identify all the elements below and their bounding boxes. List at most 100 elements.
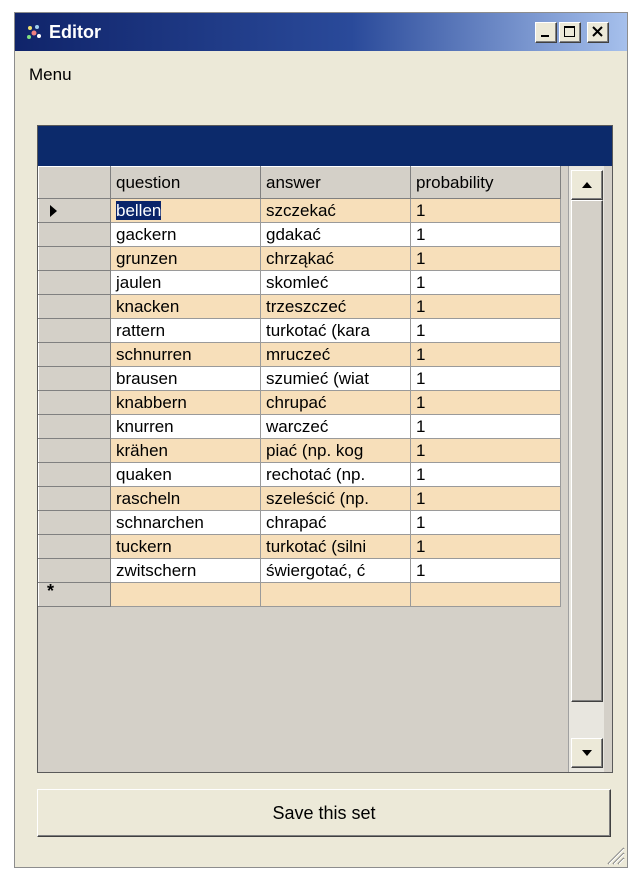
column-header-probability[interactable]: probability (410, 166, 561, 199)
save-set-button[interactable]: Save this set (37, 789, 611, 837)
new-cell-answer[interactable] (260, 582, 411, 607)
column-header-answer[interactable]: answer (260, 166, 411, 199)
row-header[interactable]: * (38, 582, 111, 607)
row-header[interactable] (38, 414, 111, 439)
cell-question[interactable]: knurren (110, 414, 261, 439)
cell-answer[interactable]: warczeć (260, 414, 411, 439)
cell-question[interactable]: krähen (110, 438, 261, 463)
cell-answer[interactable]: chrapać (260, 510, 411, 535)
scroll-down-button[interactable] (571, 738, 603, 768)
corner-header[interactable] (38, 166, 111, 199)
cell-probability[interactable]: 1 (410, 438, 561, 463)
row-header[interactable] (38, 438, 111, 463)
new-row[interactable]: * (38, 582, 561, 607)
cell-probability[interactable]: 1 (410, 534, 561, 559)
new-cell-question[interactable] (110, 582, 261, 607)
cell-probability[interactable]: 1 (410, 222, 561, 247)
cell-answer[interactable]: świergotać, ć (260, 558, 411, 583)
cell-probability[interactable]: 1 (410, 486, 561, 511)
cell-answer[interactable]: chrząkać (260, 246, 411, 271)
row-header[interactable] (38, 270, 111, 295)
scroll-up-button[interactable] (571, 170, 603, 200)
cell-question[interactable]: zwitschern (110, 558, 261, 583)
cell-probability[interactable]: 1 (410, 246, 561, 271)
cell-answer[interactable]: skomleć (260, 270, 411, 295)
row-header[interactable] (38, 486, 111, 511)
new-cell-probability[interactable] (410, 582, 561, 607)
menu-item-menu[interactable]: Menu (29, 65, 72, 85)
row-header[interactable] (38, 510, 111, 535)
data-grid[interactable]: question answer probability bellen szczek… (37, 125, 613, 773)
cell-question[interactable]: schnurren (110, 342, 261, 367)
cell-answer[interactable]: trzeszczeć (260, 294, 411, 319)
table-row[interactable]: gackern gdakać 1 (38, 222, 561, 247)
column-header-question[interactable]: question (110, 166, 261, 199)
cell-question[interactable]: grunzen (110, 246, 261, 271)
cell-probability[interactable]: 1 (410, 366, 561, 391)
cell-probability[interactable]: 1 (410, 414, 561, 439)
row-header[interactable] (38, 342, 111, 367)
cell-probability[interactable]: 1 (410, 270, 561, 295)
table-row[interactable]: schnurren mruczeć 1 (38, 342, 561, 367)
row-header[interactable] (38, 222, 111, 247)
minimize-button[interactable] (535, 22, 557, 43)
cell-probability[interactable]: 1 (410, 558, 561, 583)
cell-probability[interactable]: 1 (410, 318, 561, 343)
cell-answer[interactable]: turkotać (kara (260, 318, 411, 343)
cell-probability[interactable]: 1 (410, 198, 561, 223)
cell-probability[interactable]: 1 (410, 342, 561, 367)
table-row[interactable]: tuckern turkotać (silni 1 (38, 534, 561, 559)
vertical-scrollbar[interactable] (568, 166, 604, 772)
cell-answer[interactable]: szczekać (260, 198, 411, 223)
cell-question[interactable]: tuckern (110, 534, 261, 559)
cell-question[interactable]: quaken (110, 462, 261, 487)
table-row[interactable]: quaken rechotać (np. 1 (38, 462, 561, 487)
scroll-thumb[interactable] (571, 200, 603, 702)
resize-grip-icon[interactable] (599, 839, 625, 865)
cell-answer[interactable]: szumieć (wiat (260, 366, 411, 391)
row-header[interactable] (38, 390, 111, 415)
table-row[interactable]: rascheln szeleścić (np. 1 (38, 486, 561, 511)
table-row[interactable]: brausen szumieć (wiat 1 (38, 366, 561, 391)
cell-question[interactable]: knacken (110, 294, 261, 319)
cell-question[interactable]: bellen (110, 198, 261, 223)
cell-answer[interactable]: gdakać (260, 222, 411, 247)
cell-answer[interactable]: chrupać (260, 390, 411, 415)
table-row[interactable]: zwitschern świergotać, ć 1 (38, 558, 561, 583)
table-row[interactable]: rattern turkotać (kara 1 (38, 318, 561, 343)
row-header[interactable] (38, 198, 111, 223)
table-row[interactable]: knurren warczeć 1 (38, 414, 561, 439)
table-row[interactable]: krähen piać (np. kog 1 (38, 438, 561, 463)
cell-question[interactable]: rascheln (110, 486, 261, 511)
cell-probability[interactable]: 1 (410, 390, 561, 415)
cell-question[interactable]: gackern (110, 222, 261, 247)
row-header[interactable] (38, 534, 111, 559)
cell-answer[interactable]: szeleścić (np. (260, 486, 411, 511)
cell-probability[interactable]: 1 (410, 294, 561, 319)
row-header[interactable] (38, 318, 111, 343)
maximize-button[interactable] (559, 22, 581, 43)
cell-question[interactable]: brausen (110, 366, 261, 391)
cell-probability[interactable]: 1 (410, 462, 561, 487)
close-button[interactable] (587, 22, 609, 43)
row-header[interactable] (38, 294, 111, 319)
table-row[interactable]: grunzen chrząkać 1 (38, 246, 561, 271)
cell-question[interactable]: jaulen (110, 270, 261, 295)
cell-answer[interactable]: mruczeć (260, 342, 411, 367)
table-row[interactable]: knacken trzeszczeć 1 (38, 294, 561, 319)
cell-answer[interactable]: rechotać (np. (260, 462, 411, 487)
title-bar[interactable]: Editor (15, 13, 627, 51)
row-header[interactable] (38, 366, 111, 391)
row-header[interactable] (38, 246, 111, 271)
cell-question[interactable]: rattern (110, 318, 261, 343)
table-row[interactable]: schnarchen chrapać 1 (38, 510, 561, 535)
row-header[interactable] (38, 558, 111, 583)
row-header[interactable] (38, 462, 111, 487)
cell-answer[interactable]: piać (np. kog (260, 438, 411, 463)
table-row[interactable]: bellen szczekać 1 (38, 198, 561, 223)
cell-probability[interactable]: 1 (410, 510, 561, 535)
cell-question[interactable]: knabbern (110, 390, 261, 415)
cell-answer[interactable]: turkotać (silni (260, 534, 411, 559)
cell-question[interactable]: schnarchen (110, 510, 261, 535)
table-row[interactable]: knabbern chrupać 1 (38, 390, 561, 415)
